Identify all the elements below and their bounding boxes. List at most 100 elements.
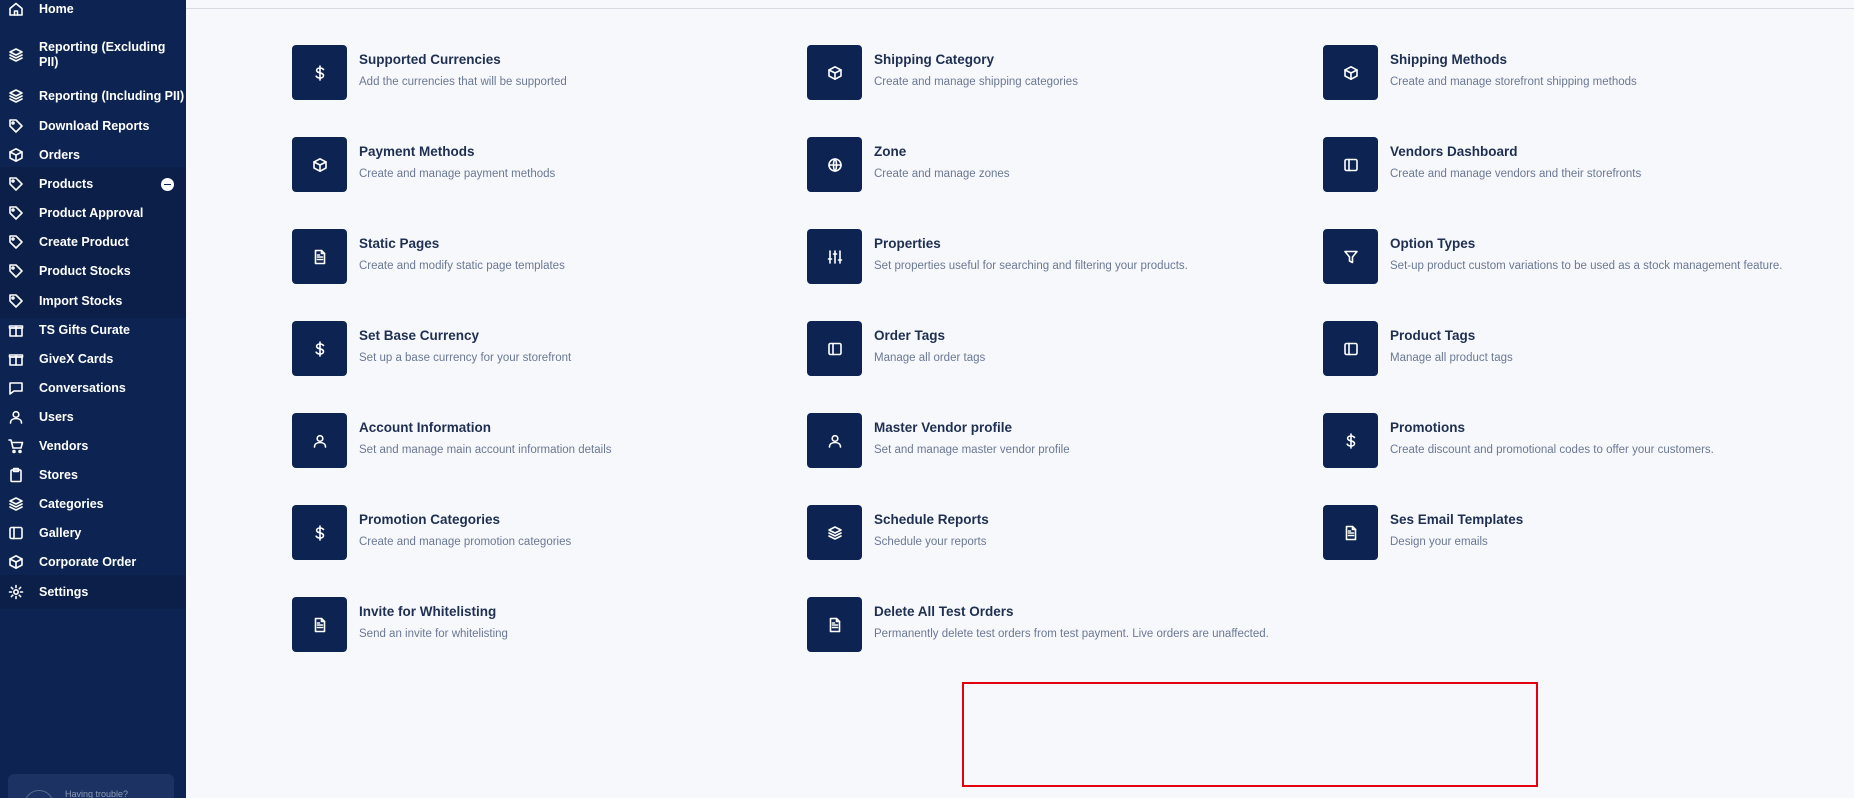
box-icon (8, 554, 24, 570)
user-icon (8, 409, 24, 425)
settings-card-icon-tile (292, 137, 347, 192)
settings-card-icon-tile (292, 505, 347, 560)
settings-card-master-vendor-profile[interactable]: Master Vendor profile Set and manage mast… (807, 413, 1287, 469)
sliders-icon (827, 249, 843, 265)
sidebar-item-home[interactable]: Home (0, 0, 186, 26)
settings-card-icon-tile (1323, 137, 1378, 192)
gear-icon (8, 584, 24, 600)
sidebar-item-reporting-including-pii[interactable]: Reporting (Including PII) (0, 79, 186, 113)
settings-card-title: Schedule Reports (874, 512, 989, 527)
dollar-icon (1343, 432, 1359, 449)
sidebar-item-label: Create Product (39, 234, 129, 249)
clipboard-icon (8, 467, 24, 483)
settings-card-title: Option Types (1390, 236, 1476, 251)
tag-icon (8, 176, 24, 192)
collapse-toggle-icon[interactable] (161, 178, 174, 191)
settings-card-schedule-reports[interactable]: Schedule Reports Schedule your reports (807, 505, 1287, 561)
settings-card-title: Vendors Dashboard (1390, 144, 1518, 159)
settings-card-description: Create and manage payment methods (359, 168, 556, 180)
help-box[interactable]: Having trouble? (8, 774, 174, 798)
settings-card-properties[interactable]: Properties Set properties useful for sear… (807, 229, 1287, 285)
settings-card-title: Static Pages (359, 236, 440, 251)
tag-icon (8, 263, 24, 279)
settings-card-description: Create discount and promotional codes to… (1390, 444, 1714, 456)
sidebar-item-label: Settings (39, 584, 89, 599)
settings-card-description: Design your emails (1390, 536, 1488, 548)
settings-card-ses-email-templates[interactable]: Ses Email Templates Design your emails (1323, 505, 1803, 561)
settings-card-set-base-currency[interactable]: Set Base Currency Set up a base currency … (292, 321, 772, 377)
settings-card-icon-tile (292, 413, 347, 468)
sidebar-panel-icon (1343, 157, 1359, 173)
sidebar-item-settings[interactable]: Settings (0, 575, 186, 609)
settings-card-supported-currencies[interactable]: Supported Currencies Add the currencies t… (292, 45, 772, 101)
layers-icon (8, 88, 24, 104)
settings-card-description: Create and manage shipping categories (874, 76, 1078, 88)
selection-highlight (962, 682, 1538, 787)
sidebar-item-label: Conversations (39, 380, 126, 395)
settings-card-description: Create and manage vendors and their stor… (1390, 168, 1642, 180)
document-icon (827, 617, 843, 633)
settings-card-zone[interactable]: Zone Create and manage zones (807, 137, 1287, 193)
document-icon (1343, 525, 1359, 541)
settings-card-title: Properties (874, 236, 941, 251)
layers-icon (8, 47, 24, 63)
settings-card-title: Shipping Methods (1390, 52, 1507, 67)
sidebar-item-corporate-order[interactable]: Corporate Order (0, 545, 186, 579)
document-icon (312, 617, 328, 633)
settings-card-description: Permanently delete test orders from test… (874, 628, 1269, 640)
settings-card-description: Create and manage storefront shipping me… (1390, 76, 1637, 88)
settings-card-description: Set up a base currency for your storefro… (359, 352, 572, 364)
settings-card-promotions[interactable]: Promotions Create discount and promotiona… (1323, 413, 1803, 469)
sidebar-item-reporting-excluding-pii[interactable]: Reporting (Excluding PII) (0, 36, 186, 74)
settings-card-promotion-categories[interactable]: Promotion Categories Create and manage pr… (292, 505, 772, 561)
settings-card-description: Schedule your reports (874, 536, 987, 548)
settings-card-product-tags[interactable]: Product Tags Manage all product tags (1323, 321, 1803, 377)
settings-card-title: Promotions (1390, 420, 1466, 435)
settings-card-order-tags[interactable]: Order Tags Manage all order tags (807, 321, 1287, 377)
sidebar-item-label: Categories (39, 496, 104, 511)
dollar-icon (312, 524, 328, 541)
settings-card-shipping-category[interactable]: Shipping Category Create and manage shipp… (807, 45, 1287, 101)
settings-card-icon-tile (1323, 413, 1378, 468)
box-icon (1343, 65, 1359, 81)
settings-card-title: Invite for Whitelisting (359, 604, 497, 619)
sidebar-item-label: Import Stocks (39, 293, 123, 308)
settings-card-payment-methods[interactable]: Payment Methods Create and manage payment… (292, 137, 772, 193)
layers-icon (8, 496, 24, 512)
settings-card-description: Add the currencies that will be supporte… (359, 76, 567, 88)
settings-card-shipping-methods[interactable]: Shipping Methods Create and manage storef… (1323, 45, 1803, 101)
settings-card-account-information[interactable]: Account Information Set and manage main a… (292, 413, 772, 469)
sidebar: Home Reporting (Excluding PII) Reporting (… (0, 0, 186, 798)
settings-card-invite-for-whitelisting[interactable]: Invite for Whitelisting Send an invite fo… (292, 597, 772, 653)
settings-card-title: Product Tags (1390, 328, 1476, 343)
settings-card-description: Manage all order tags (874, 352, 986, 364)
sidebar-item-label: Stores (39, 467, 78, 482)
settings-card-option-types[interactable]: Option Types Set-up product custom variat… (1323, 229, 1803, 285)
settings-card-static-pages[interactable]: Static Pages Create and modify static pag… (292, 229, 772, 285)
settings-card-icon-tile (292, 321, 347, 376)
settings-card-title: Promotion Categories (359, 512, 501, 527)
sidebar-panel-icon (8, 525, 24, 541)
settings-card-description: Manage all product tags (1390, 352, 1513, 364)
settings-card-icon-tile (807, 505, 862, 560)
settings-card-description: Create and manage zones (874, 168, 1010, 180)
sidebar-item-label: Vendors (39, 438, 89, 453)
sidebar-item-label: GiveX Cards (39, 351, 114, 366)
tag-icon (8, 205, 24, 221)
tag-icon (8, 293, 24, 309)
sidebar-item-label: Corporate Order (39, 554, 137, 569)
settings-card-delete-all-test-orders[interactable]: Delete All Test Orders Permanently delete… (807, 597, 1287, 653)
sidebar-item-label: Users (39, 409, 74, 424)
settings-card-icon-tile (292, 597, 347, 652)
sidebar-item-label: Reporting (Excluding PII) (39, 40, 166, 69)
sidebar-item-product-stocks[interactable]: Product Stocks (0, 254, 186, 288)
settings-card-vendors-dashboard[interactable]: Vendors Dashboard Create and manage vendo… (1323, 137, 1803, 193)
sidebar-item-label: Orders (39, 147, 80, 162)
chat-icon (8, 380, 24, 396)
dollar-icon (312, 64, 328, 81)
sidebar-panel-icon (1343, 341, 1359, 357)
box-icon (8, 147, 24, 163)
globe-icon (827, 157, 843, 173)
settings-card-icon-tile (807, 45, 862, 100)
settings-card-title: Order Tags (874, 328, 946, 343)
